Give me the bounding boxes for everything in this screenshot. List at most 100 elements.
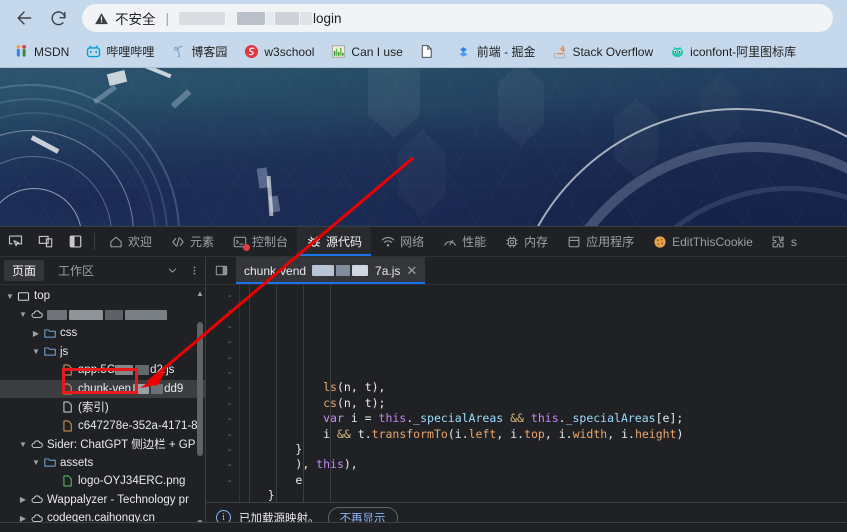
iconfont-icon: [669, 44, 685, 60]
devtools-tabbar: 欢迎 元素 控制台 源代码 网络 性能 内存 应用程序 EditThisCook…: [0, 227, 847, 257]
tree-item-logo-png[interactable]: logo-OYJ34ERC.png: [0, 472, 205, 491]
address-bar[interactable]: 不安全 | login: [82, 4, 833, 32]
tree-item-wappalyzer[interactable]: ▶ Wappalyzer - Technology pr: [0, 491, 205, 510]
js-file-icon: [60, 382, 75, 396]
indent-guide: [330, 285, 331, 502]
code-line[interactable]: var i = this._specialAreas && this._spec…: [240, 411, 847, 426]
code-area[interactable]: ------------- ls(n, t), cs(n, t); var i …: [206, 285, 847, 502]
back-button[interactable]: [8, 3, 40, 33]
twisty-down-icon[interactable]: ▼: [17, 310, 29, 319]
bookmark-stackoverflow[interactable]: Stack Overflow: [544, 41, 660, 63]
reload-button[interactable]: [42, 3, 74, 33]
tree-item-app-js[interactable]: app.5C d2.js: [0, 361, 205, 380]
juejin-icon: [456, 44, 472, 60]
code-content[interactable]: ls(n, t), cs(n, t); var i = this._specia…: [240, 285, 847, 502]
bookmark-bilibili[interactable]: 哔哩哔哩: [78, 40, 161, 63]
more-tabs-button[interactable]: [161, 265, 183, 276]
tree-item-index[interactable]: (索引): [0, 398, 205, 417]
code-line[interactable]: cs(n, t);: [240, 396, 847, 411]
tree-item-uuid-js[interactable]: c647278e-352a-4171-8ab: [0, 417, 205, 436]
gutter-marker: -: [226, 381, 233, 395]
scroll-up-arrow-icon[interactable]: ▲: [196, 289, 204, 299]
device-toolbar-button[interactable]: [30, 227, 60, 256]
reload-icon: [51, 10, 66, 25]
gutter-marker: -: [226, 427, 233, 441]
bookmark-caniuse[interactable]: Can I use: [323, 41, 409, 63]
tree-item-css[interactable]: ▶ css: [0, 324, 205, 343]
code-token: .: [628, 426, 635, 441]
gutter-marker: -: [226, 365, 233, 379]
twisty-down-icon[interactable]: ▼: [30, 458, 42, 467]
code-line[interactable]: e: [240, 473, 847, 488]
tab-console[interactable]: 控制台: [223, 227, 297, 256]
twisty-down-icon[interactable]: ▼: [30, 347, 42, 356]
bookmark-w3school[interactable]: w3school: [236, 41, 321, 63]
show-navigator-button[interactable]: [206, 257, 236, 284]
twisty-down-icon[interactable]: ▼: [4, 292, 16, 301]
navigator-menu-button[interactable]: [183, 264, 205, 277]
tab-sources[interactable]: 源代码: [297, 227, 372, 256]
tree-scrollbar[interactable]: ▲ ▼: [196, 289, 204, 528]
code-line[interactable]: }: [240, 442, 847, 457]
tree-item-sider-extension[interactable]: ▼ Sider: ChatGPT 侧边栏 + GP: [0, 435, 205, 454]
tree-item-label: assets: [60, 456, 94, 469]
tab-performance[interactable]: 性能: [433, 227, 495, 256]
bookmark-blank-page[interactable]: [412, 41, 447, 63]
tree-item-label: app.5C: [78, 364, 116, 377]
tree-item-chunk-vendors-js[interactable]: chunk-ven dd9: [0, 379, 205, 398]
code-token: .: [558, 411, 566, 426]
url-tail: login: [313, 10, 342, 26]
twisty-down-icon[interactable]: ▼: [17, 440, 29, 449]
dock-side-button[interactable]: [60, 227, 90, 256]
close-icon[interactable]: ✕: [406, 264, 417, 277]
url-text: login: [179, 11, 342, 26]
bookmark-cnblogs[interactable]: 博客园: [163, 40, 234, 63]
bookmark-label: Can I use: [351, 44, 403, 59]
code-token: }: [240, 488, 275, 502]
tree-item-origin[interactable]: ▼: [0, 306, 205, 325]
bookmark-msdn[interactable]: MSDN: [6, 41, 76, 63]
tab-memory[interactable]: 内存: [495, 227, 557, 256]
inspect-element-button[interactable]: [0, 227, 30, 256]
tree-item-assets[interactable]: ▼ assets: [0, 454, 205, 473]
code-token: e: [295, 472, 303, 487]
bookmark-juejin[interactable]: 前端 - 掘金: [449, 40, 543, 63]
tab-elements[interactable]: 元素: [161, 227, 223, 256]
tree-item-top[interactable]: ▼ top: [0, 287, 205, 306]
redaction-block: [179, 11, 226, 25]
bookmarks-bar: MSDN 哔哩哔哩 博客园 w3school Can I use 前端 - 掘金…: [0, 36, 847, 68]
folder-icon: [42, 327, 57, 340]
code-token: t: [364, 395, 372, 410]
twisty-right-icon[interactable]: ▶: [17, 495, 29, 504]
code-token: i: [454, 426, 462, 441]
redaction-block: [275, 11, 300, 25]
tab-extension-s[interactable]: s: [762, 227, 806, 256]
editor-file-tab[interactable]: chunk-vend 7a.js ✕: [236, 257, 426, 284]
tree-item-js[interactable]: ▼ js: [0, 343, 205, 362]
code-line[interactable]: ), this),: [240, 457, 847, 472]
code-line[interactable]: ls(n, t),: [240, 380, 847, 395]
code-brackets-icon: [170, 234, 185, 249]
tab-editthiscookie[interactable]: EditThisCookie: [643, 227, 762, 256]
code-token: ];: [669, 411, 684, 426]
twisty-right-icon[interactable]: ▶: [30, 329, 42, 338]
frame-icon: [16, 290, 31, 303]
scrollbar-thumb[interactable]: [197, 322, 203, 457]
sub-tab-workspace[interactable]: 工作区: [48, 258, 104, 283]
sources-navigator-tree[interactable]: ▼ top ▼ ▶ css ▼ js app.5C d2.js chunk-ve…: [0, 285, 206, 532]
code-line[interactable]: i && t.transformTo(i.left, i.top, i.widt…: [240, 427, 847, 442]
editor-tab-strip: chunk-vend 7a.js ✕: [206, 257, 847, 284]
tab-application[interactable]: 应用程序: [557, 227, 643, 256]
tab-welcome[interactable]: 欢迎: [99, 227, 161, 256]
tree-item-label-suffix: dd9: [164, 382, 184, 395]
bookmark-iconfont[interactable]: iconfont-阿里图标库: [662, 40, 803, 63]
devtools-body: ▼ top ▼ ▶ css ▼ js app.5C d2.js chunk-ve…: [0, 285, 847, 532]
code-line[interactable]: }: [240, 488, 847, 502]
tab-network[interactable]: 网络: [371, 227, 433, 256]
bookmark-label: MSDN: [34, 44, 70, 59]
sub-tab-page[interactable]: 页面: [4, 260, 45, 281]
gutter-marker: -: [226, 396, 233, 410]
